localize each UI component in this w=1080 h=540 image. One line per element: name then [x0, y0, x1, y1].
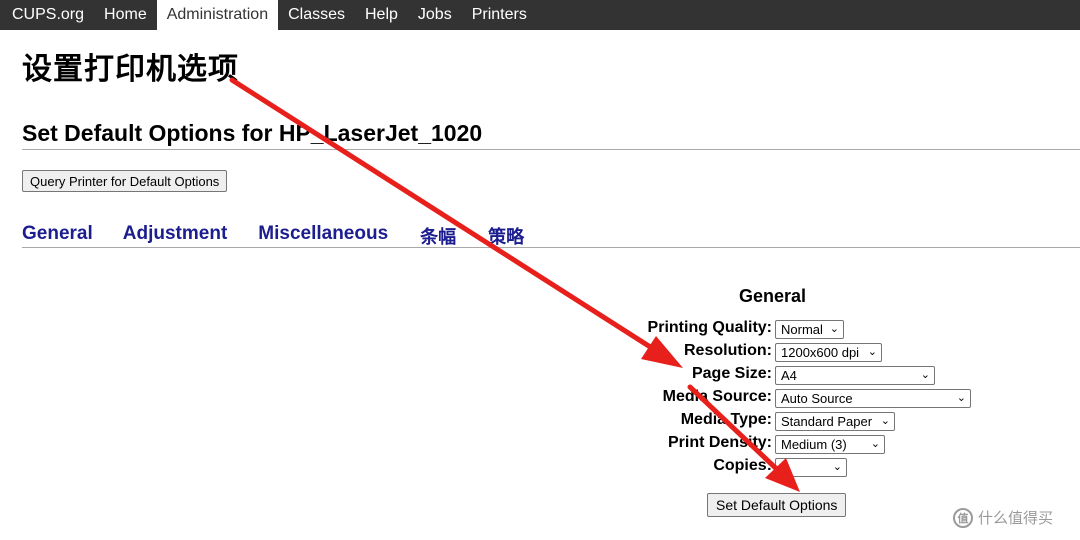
option-tabs: General Adjustment Miscellaneous 条幅 策略 — [22, 223, 524, 249]
print-density-label: Print Density: — [667, 434, 772, 451]
media-source-label: Media Source: — [662, 388, 772, 405]
query-printer-button[interactable]: Query Printer for Default Options — [22, 170, 228, 192]
chevron-down-icon: ⌄ — [832, 461, 842, 473]
printing-quality-label: Printing Quality: — [647, 319, 772, 336]
divider — [22, 247, 1080, 248]
page-size-select[interactable]: A4 ⌄ — [775, 366, 935, 385]
tab-banner[interactable]: 条幅 — [420, 223, 456, 249]
nav-help[interactable]: Help — [355, 0, 408, 30]
select-value: 1 — [781, 460, 789, 475]
nav-cups-org[interactable]: CUPS.org — [0, 0, 94, 30]
media-source-select[interactable]: Auto Source ⌄ — [775, 389, 971, 408]
copies-select[interactable]: 1 ⌄ — [775, 458, 847, 477]
resolution-select[interactable]: 1200x600 dpi ⌄ — [775, 343, 882, 362]
nav-classes[interactable]: Classes — [278, 0, 355, 30]
watermark: 值 什么值得买 — [953, 507, 1053, 528]
nav-printers[interactable]: Printers — [462, 0, 537, 30]
nav-jobs[interactable]: Jobs — [408, 0, 462, 30]
section-title: General — [739, 286, 807, 306]
select-value: Medium (3) — [781, 437, 847, 452]
chevron-down-icon: ⌄ — [920, 369, 930, 381]
chevron-down-icon: ⌄ — [870, 438, 880, 450]
media-type-label: Media Type: — [680, 411, 772, 428]
watermark-logo-icon: 值 — [953, 507, 973, 528]
select-value: A4 — [781, 368, 797, 383]
chevron-down-icon: ⌄ — [867, 346, 877, 358]
divider — [22, 149, 1080, 150]
page-size-label: Page Size: — [691, 365, 772, 382]
chevron-down-icon: ⌄ — [880, 415, 890, 427]
page-title: 设置打印机选项 — [22, 52, 239, 87]
printing-quality-select[interactable]: Normal ⌄ — [775, 320, 844, 339]
select-value: Normal — [781, 322, 823, 337]
tab-miscellaneous[interactable]: Miscellaneous — [258, 223, 388, 249]
select-value: 1200x600 dpi — [781, 345, 860, 360]
media-type-select[interactable]: Standard Paper ⌄ — [775, 412, 895, 431]
tab-adjustment[interactable]: Adjustment — [123, 223, 228, 249]
tab-general[interactable]: General — [22, 223, 93, 249]
printer-heading: Set Default Options for HP_LaserJet_1020 — [22, 120, 483, 146]
print-density-select[interactable]: Medium (3) ⌄ — [775, 435, 885, 454]
chevron-down-icon: ⌄ — [829, 323, 839, 335]
chevron-down-icon: ⌄ — [956, 392, 966, 404]
watermark-text: 什么值得买 — [978, 509, 1054, 527]
copies-label: Copies: — [713, 457, 772, 474]
annotation-arrowhead — [641, 336, 683, 368]
nav-administration[interactable]: Administration — [156, 0, 279, 30]
nav-home[interactable]: Home — [94, 0, 157, 30]
tab-policy[interactable]: 策略 — [488, 223, 524, 249]
select-value: Auto Source — [781, 391, 853, 406]
select-value: Standard Paper — [781, 414, 873, 429]
set-default-options-button[interactable]: Set Default Options — [707, 493, 847, 517]
resolution-label: Resolution: — [684, 342, 772, 359]
top-navigation: CUPS.org Home Administration Classes Hel… — [0, 0, 1080, 30]
